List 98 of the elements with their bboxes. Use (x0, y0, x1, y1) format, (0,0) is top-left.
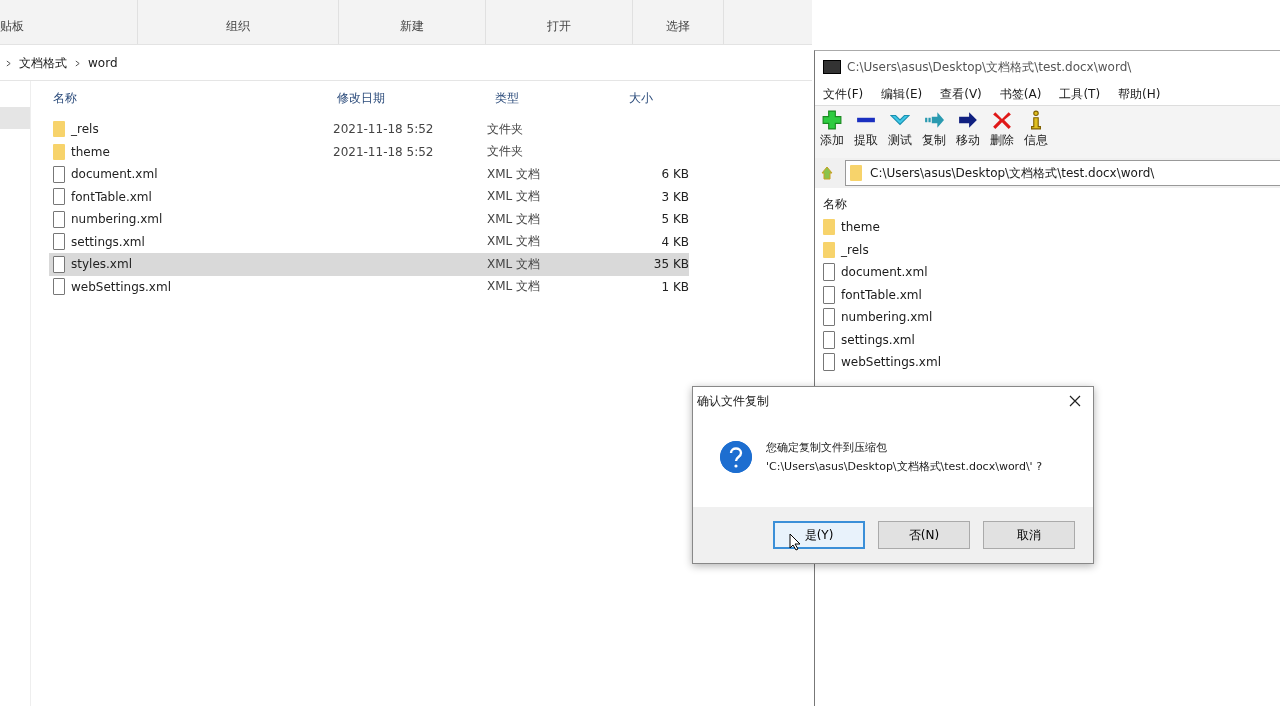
close-icon[interactable] (1069, 395, 1081, 407)
file-name: theme (71, 144, 110, 159)
file-name: fontTable.xml (71, 189, 152, 204)
toolbar-button[interactable]: 添加 (817, 110, 847, 154)
file-row[interactable]: settings.xml XML 文档 4 KB (49, 230, 812, 253)
file-name: document.xml (71, 167, 158, 182)
column-header[interactable]: 名称 (49, 89, 333, 107)
file-size: 5 KB (661, 212, 689, 227)
folder-icon (850, 165, 862, 181)
dialog-button[interactable]: 否(N) (878, 521, 970, 549)
cross-icon (992, 110, 1012, 130)
column-header[interactable]: 名称 (823, 196, 847, 216)
file-icon (53, 233, 65, 251)
file-icon (823, 263, 835, 282)
file-name[interactable]: theme (841, 220, 880, 235)
file-type: XML 文档 (487, 211, 541, 226)
file-icon (53, 210, 65, 228)
folder-icon (823, 219, 835, 236)
path-field[interactable]: C:\Users\asus\Desktop\文档格式\test.docx\word\ (845, 160, 1280, 186)
ribbon-group-label: 贴板 (0, 18, 24, 35)
file-name[interactable]: settings.xml (841, 332, 915, 347)
file-row[interactable]: numbering.xml XML 文档 5 KB (49, 208, 812, 231)
file-size: 1 KB (661, 279, 689, 294)
toolbar-button[interactable]: 测试 (885, 110, 915, 154)
breadcrumb-item[interactable]: word (88, 56, 118, 70)
file-row[interactable]: webSettings.xml XML 文档 1 KB (49, 275, 812, 298)
file-size: 4 KB (661, 234, 689, 249)
file-name[interactable]: numbering.xml (841, 310, 933, 325)
file-icon (53, 165, 65, 183)
ribbon-group-label: 选择 (666, 18, 690, 35)
mouse-cursor-icon (789, 533, 801, 551)
menu-item[interactable]: 工具(T) (1059, 85, 1101, 103)
file-size: 35 KB (653, 257, 689, 272)
menu-item[interactable]: 文件(F) (823, 85, 864, 103)
dialog-button[interactable]: 是(Y) (773, 521, 865, 549)
file-row[interactable]: fontTable.xml XML 文档 3 KB (49, 185, 812, 208)
file-name[interactable]: _rels (841, 242, 869, 257)
file-type: XML 文档 (487, 279, 541, 294)
file-name[interactable]: document.xml (841, 265, 928, 280)
toolbar-button[interactable]: 删除 (987, 110, 1017, 154)
file-row[interactable]: document.xml XML 文档 6 KB (49, 163, 812, 186)
dialog-path: 'C:\Users\asus\Desktop\文档格式\test.docx\word\' ? (766, 459, 1042, 474)
file-name[interactable]: webSettings.xml (841, 355, 941, 370)
menu-item[interactable]: 帮助(H) (1118, 85, 1161, 103)
ribbon-group-label: 打开 (547, 18, 571, 35)
file-name: numbering.xml (71, 212, 163, 227)
file-type: 文件夹 (487, 144, 523, 159)
file-size: 6 KB (661, 167, 689, 182)
dialog-title: 确认文件复制 (697, 392, 769, 410)
toolbar-button[interactable]: 提取 (851, 110, 881, 154)
file-size: 3 KB (661, 189, 689, 204)
file-row[interactable]: theme 2021-11-18 5:52 文件夹 (49, 140, 812, 163)
folder-icon (53, 143, 65, 160)
menu-item[interactable]: 查看(V) (940, 85, 982, 103)
file-icon (823, 330, 835, 349)
file-name: styles.xml (71, 257, 132, 272)
file-row[interactable]: styles.xml XML 文档 35 KB (49, 253, 689, 276)
file-type: XML 文档 (487, 189, 541, 204)
toolbar-button[interactable]: 信息 (1021, 110, 1051, 154)
file-row[interactable]: _rels 2021-11-18 5:52 文件夹 (49, 118, 812, 141)
chevron-icon[interactable] (6, 59, 11, 67)
file-icon (823, 353, 835, 372)
file-type: XML 文档 (487, 166, 541, 181)
arrow-icon (924, 110, 944, 130)
file-icon (823, 308, 835, 327)
ribbon-group-label: 组织 (226, 18, 250, 35)
dialog-message: 您确定复制文件到压缩包 (766, 440, 888, 455)
file-icon (823, 285, 835, 304)
file-icon (53, 278, 65, 296)
question-icon (720, 441, 752, 473)
ribbon-group-label: 新建 (400, 18, 424, 35)
folder-icon (823, 241, 835, 258)
toolbar-button[interactable]: 复制 (919, 110, 949, 154)
column-header[interactable]: 类型 (491, 89, 621, 107)
chevron-icon[interactable] (75, 59, 80, 67)
app-logo-icon (823, 60, 841, 74)
dialog-button[interactable]: 取消 (983, 521, 1075, 549)
arrow-icon (958, 110, 978, 130)
file-type: 文件夹 (487, 121, 523, 136)
column-header[interactable]: 修改日期 (333, 89, 491, 107)
menu-item[interactable]: 编辑(E) (881, 85, 923, 103)
file-icon (53, 188, 65, 206)
plus-icon (822, 110, 842, 130)
file-name[interactable]: fontTable.xml (841, 287, 922, 302)
file-name: webSettings.xml (71, 279, 171, 294)
file-icon (53, 255, 65, 273)
window-title: C:\Users\asus\Desktop\文档格式\test.docx\word\ (847, 58, 1132, 76)
modified-date: 2021-11-18 5:52 (333, 144, 434, 159)
menu-item[interactable]: 书签(A) (999, 85, 1042, 103)
column-header[interactable]: 大小 (621, 89, 705, 107)
folder-icon (53, 121, 65, 138)
breadcrumb-item[interactable]: 文档格式 (19, 54, 67, 72)
file-type: XML 文档 (487, 256, 541, 271)
file-type: XML 文档 (487, 234, 541, 249)
file-name: settings.xml (71, 234, 145, 249)
toolbar-button[interactable]: 移动 (953, 110, 983, 154)
modified-date: 2021-11-18 5:52 (333, 122, 434, 137)
file-name: _rels (71, 122, 99, 137)
